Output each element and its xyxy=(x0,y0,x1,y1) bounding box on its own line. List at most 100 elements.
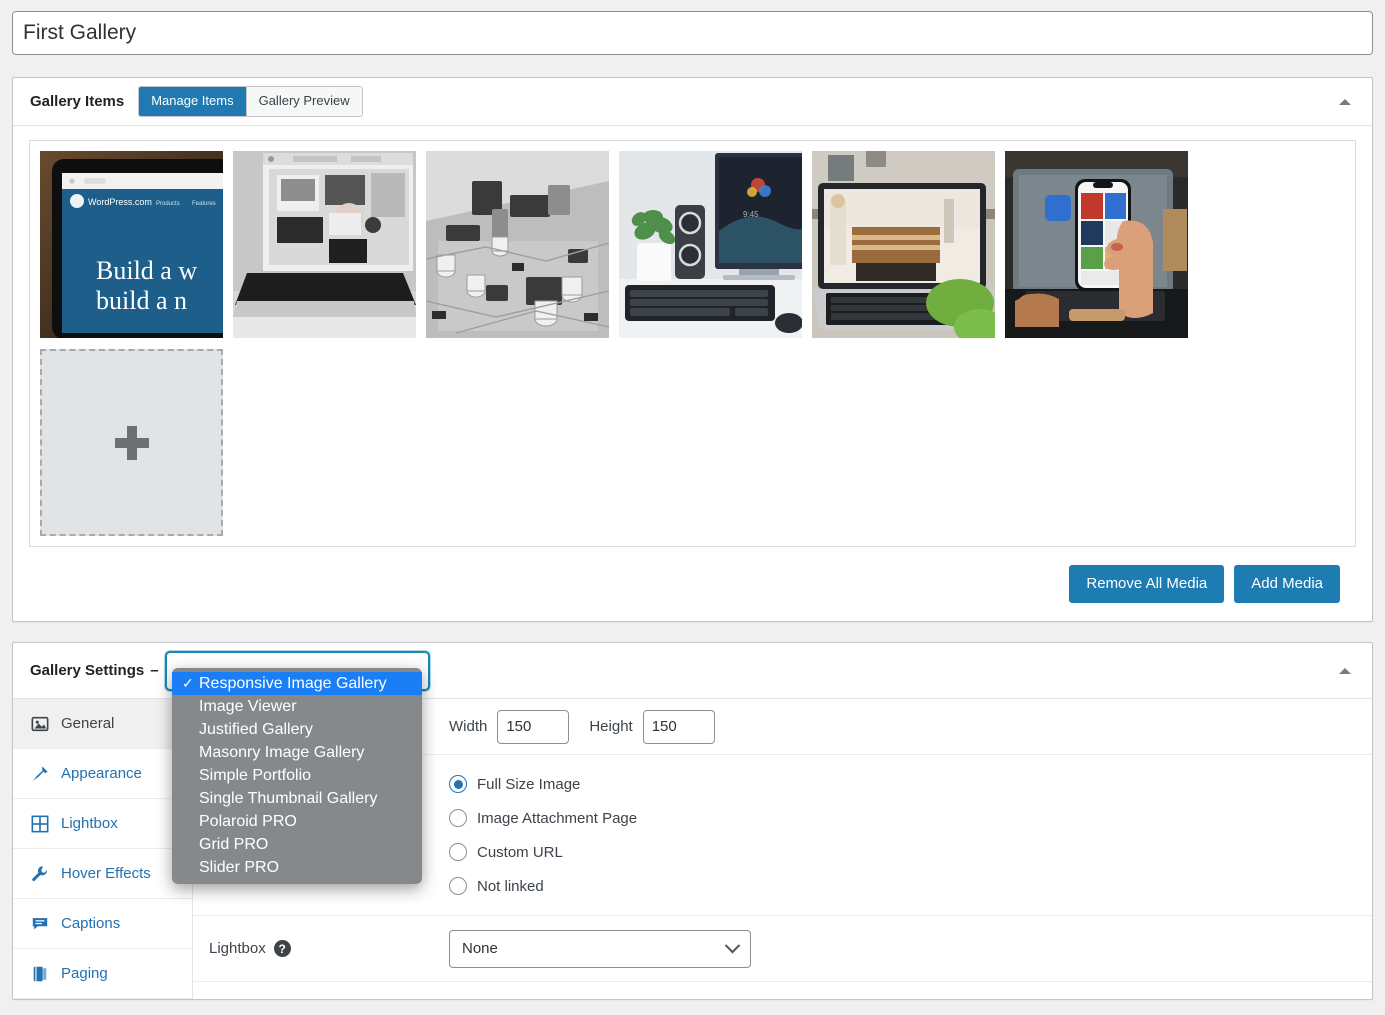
hand-phone-laptop-image xyxy=(1005,151,1188,338)
gallery-items-body: WordPress.com Products Features Build a … xyxy=(13,126,1372,621)
wordpress-tablet-image: WordPress.com Products Features Build a … xyxy=(40,151,223,338)
svg-text:build a n: build a n xyxy=(96,286,187,315)
thumbnail-item[interactable] xyxy=(426,151,609,338)
gallery-action-buttons: Remove All Media Add Media xyxy=(29,547,1356,621)
gallery-settings-heading: Gallery Settings xyxy=(30,662,145,679)
dropdown-option-single-thumbnail-gallery[interactable]: Single Thumbnail Gallery xyxy=(172,787,422,810)
thumbnail-item[interactable] xyxy=(233,151,416,338)
plus-icon xyxy=(114,425,149,460)
width-input[interactable] xyxy=(497,709,570,744)
caret-up-icon xyxy=(1339,98,1351,105)
link-target-options: Full Size Image Image Attachment Page Cu… xyxy=(449,755,637,915)
dropdown-option-label: Responsive Image Gallery xyxy=(199,674,387,692)
dropdown-option-grid-pro[interactable]: Grid PRO xyxy=(172,833,422,856)
radio-custom-url[interactable]: Custom URL xyxy=(449,835,637,869)
desk-monitor-image: 9:45 xyxy=(619,151,802,338)
svg-text:WordPress.com: WordPress.com xyxy=(88,197,152,207)
tab-gallery-preview[interactable]: Gallery Preview xyxy=(246,87,362,116)
tab-manage-items[interactable]: Manage Items xyxy=(139,87,247,116)
dropdown-option-responsive-image-gallery[interactable]: ✓ Responsive Image Gallery xyxy=(172,672,422,695)
svg-text:Features: Features xyxy=(192,201,216,207)
radio-full-size-image[interactable]: Full Size Image xyxy=(449,767,637,801)
radio-label: Image Attachment Page xyxy=(477,809,638,827)
sidebar-item-label: Lightbox xyxy=(61,815,118,832)
height-label: Height xyxy=(589,718,633,735)
gallery-settings-separator: – xyxy=(150,662,159,679)
svg-text:9:45: 9:45 xyxy=(743,210,759,219)
thumbnail-item[interactable] xyxy=(1005,151,1188,338)
checkmark-icon: ✓ xyxy=(182,675,194,691)
wrench-icon xyxy=(32,865,47,881)
gallery-title-row xyxy=(12,0,1373,55)
help-icon[interactable]: ? xyxy=(273,940,291,957)
grid-icon xyxy=(31,815,49,832)
comment-icon xyxy=(32,917,48,929)
size-fields: Width Height xyxy=(449,709,715,744)
dropdown-option-label: Single Thumbnail Gallery xyxy=(199,789,378,807)
height-input[interactable] xyxy=(642,709,715,744)
radio-label: Custom URL xyxy=(477,843,563,861)
dropdown-option-justified-gallery[interactable]: Justified Gallery xyxy=(172,718,422,741)
radio-icon xyxy=(449,877,467,895)
add-media-button[interactable]: Add Media xyxy=(1234,565,1340,603)
add-media-placeholder-tile[interactable] xyxy=(40,349,223,536)
gallery-editor-page: Gallery Items Manage Items Gallery Previ… xyxy=(0,0,1385,1015)
gallery-title-input[interactable] xyxy=(12,11,1373,55)
gallery-items-heading: Gallery Items xyxy=(30,93,125,110)
thumbnail-item[interactable]: WordPress.com Products Features Build a … xyxy=(40,151,223,338)
caret-up-icon xyxy=(1339,667,1351,674)
thumbnail-item[interactable] xyxy=(812,151,995,338)
grayscale-laptop-image xyxy=(233,151,416,338)
radio-label: Full Size Image xyxy=(477,775,581,793)
collapse-gallery-items-button[interactable] xyxy=(1332,89,1358,115)
laptop-room-photo-image xyxy=(812,151,995,338)
sidebar-item-label: General xyxy=(61,715,115,732)
gallery-items-tabs: Manage Items Gallery Preview xyxy=(138,86,363,117)
collapse-gallery-settings-button[interactable] xyxy=(1332,658,1358,684)
svg-text:Products: Products xyxy=(156,201,180,207)
sidebar-item-captions[interactable]: Captions xyxy=(13,899,192,949)
thumbnail-item[interactable]: 9:45 xyxy=(619,151,802,338)
dropdown-option-masonry-image-gallery[interactable]: Masonry Image Gallery xyxy=(172,741,422,764)
lightbox-row: Lightbox ? None xyxy=(193,916,1372,982)
sidebar-item-lightbox[interactable]: Lightbox xyxy=(13,799,192,849)
remove-all-media-button[interactable]: Remove All Media xyxy=(1069,565,1225,603)
book-icon xyxy=(33,966,47,981)
sidebar-item-label: Captions xyxy=(61,915,121,932)
settings-sidebar: General Appearance Lightbox Hover Effect… xyxy=(13,699,193,999)
dropdown-option-image-viewer[interactable]: Image Viewer xyxy=(172,695,422,718)
dropdown-option-label: Simple Portfolio xyxy=(199,766,312,784)
gallery-items-panel: Gallery Items Manage Items Gallery Previ… xyxy=(12,77,1373,622)
dropdown-option-polaroid-pro[interactable]: Polaroid PRO xyxy=(172,810,422,833)
gallery-type-dropdown-menu[interactable]: ✓ Responsive Image Gallery Image Viewer … xyxy=(172,668,422,884)
lightbox-label: Lightbox xyxy=(209,940,266,957)
radio-label: Not linked xyxy=(477,877,544,895)
radio-image-attachment-page[interactable]: Image Attachment Page xyxy=(449,801,637,835)
lightbox-select[interactable]: None xyxy=(449,929,751,968)
chevron-down-icon xyxy=(724,937,741,954)
sidebar-item-label: Paging xyxy=(61,965,108,982)
dropdown-option-simple-portfolio[interactable]: Simple Portfolio xyxy=(172,764,422,787)
radio-not-linked[interactable]: Not linked xyxy=(449,869,637,903)
sidebar-item-appearance[interactable]: Appearance xyxy=(13,749,192,799)
circuit-board-image xyxy=(426,151,609,338)
dropdown-option-label: Justified Gallery xyxy=(199,720,313,738)
dropdown-option-label: Slider PRO xyxy=(199,858,280,876)
svg-text:Build a w: Build a w xyxy=(96,256,197,285)
sidebar-item-general[interactable]: General xyxy=(13,699,192,749)
radio-icon xyxy=(449,775,467,793)
width-label: Width xyxy=(449,718,488,735)
lightbox-select-value: None xyxy=(462,940,498,957)
pin-icon xyxy=(32,765,48,781)
sidebar-item-label: Hover Effects xyxy=(61,865,151,882)
radio-icon xyxy=(449,809,467,827)
sidebar-item-paging[interactable]: Paging xyxy=(13,949,192,999)
image-icon xyxy=(31,716,49,731)
lightbox-label-wrap: Lightbox ? xyxy=(209,940,449,957)
dropdown-option-slider-pro[interactable]: Slider PRO xyxy=(172,856,422,879)
dropdown-option-label: Image Viewer xyxy=(199,697,297,715)
sidebar-item-hover-effects[interactable]: Hover Effects xyxy=(13,849,192,899)
radio-icon xyxy=(449,843,467,861)
thumbnail-grid: WordPress.com Products Features Build a … xyxy=(29,140,1356,547)
dropdown-option-label: Masonry Image Gallery xyxy=(199,743,365,761)
